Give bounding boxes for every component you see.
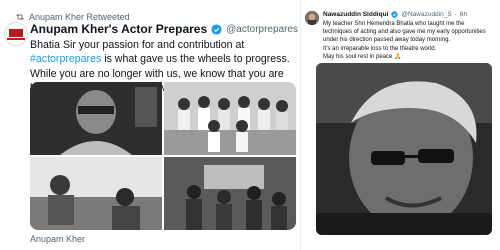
- actor-prepares-logo: [9, 29, 23, 37]
- photo-grid: [30, 82, 296, 230]
- author-name[interactable]: Nawazuddin Siddiqui: [323, 11, 388, 18]
- avatar-image: [305, 11, 319, 25]
- photo-2[interactable]: [164, 82, 296, 155]
- author-name[interactable]: Anupam Kher's Actor Prepares: [30, 22, 207, 36]
- author-handle[interactable]: @actorprepares: [226, 24, 298, 35]
- photo-4[interactable]: [164, 157, 296, 230]
- author-handle[interactable]: @Nawazuddin_S: [401, 11, 451, 18]
- retweet-icon: [16, 13, 24, 21]
- footer-name: Anupam Kher: [30, 234, 86, 244]
- retweet-label: Anupam Kher Retweeted: [29, 12, 130, 22]
- verified-badge-icon: [211, 23, 222, 35]
- tweet-header: Anupam Kher's Actor Prepares @actorprepa…: [30, 22, 320, 36]
- hashtag-link[interactable]: #actorprepares: [30, 53, 101, 65]
- avatar[interactable]: [305, 11, 319, 25]
- dot-separator: ·: [454, 11, 457, 18]
- tweet-header: Nawazuddin Siddiqui @Nawazuddin_S · 6h: [323, 11, 467, 18]
- portrait-photo: [30, 82, 162, 155]
- portrait-closeup-photo: [316, 63, 492, 235]
- logo-underline: [7, 38, 25, 40]
- verified-badge-icon: [391, 11, 399, 18]
- tweet-line-1: My teacher Shri Hemendra Bhatia who taug…: [323, 21, 486, 44]
- avatar[interactable]: [4, 22, 28, 46]
- audience-photo: [164, 157, 296, 230]
- tweet-photo[interactable]: [316, 63, 492, 235]
- retweet-indicator: Anupam Kher Retweeted: [15, 12, 130, 22]
- photo-1[interactable]: [30, 82, 162, 155]
- tweet-line-2: It's an irreparable loss to the theatre …: [323, 45, 437, 52]
- group-photo: [164, 82, 296, 155]
- tweet-text: My teacher Shri Hemendra Bhatia who taug…: [323, 20, 495, 61]
- tweet-time[interactable]: 6h: [460, 11, 467, 18]
- classroom-photo: [30, 157, 162, 230]
- tweet-text-part1: Bhatia Sir your passion for and contribu…: [30, 39, 245, 51]
- tweet-line-3: May his soul rest in peace 🙏: [323, 53, 402, 60]
- retweet-card[interactable]: Anupam Kher Retweeted Anupam Kher's Acto…: [0, 0, 320, 250]
- photo-3[interactable]: [30, 157, 162, 230]
